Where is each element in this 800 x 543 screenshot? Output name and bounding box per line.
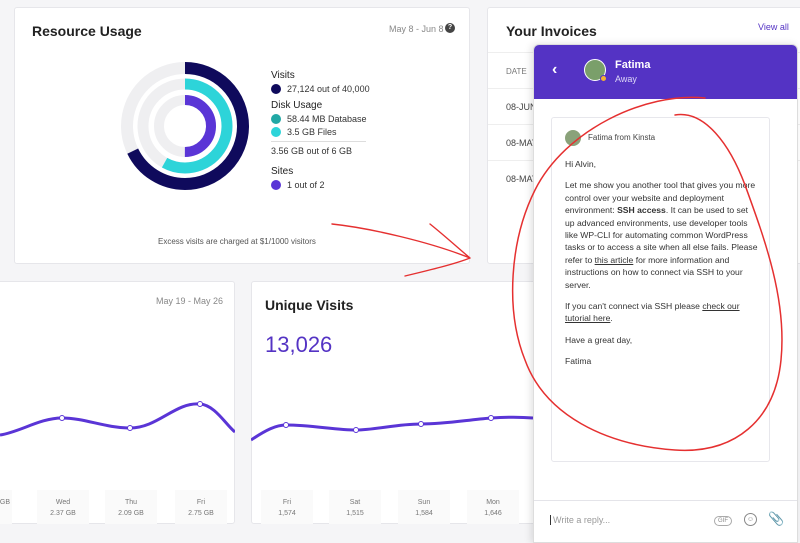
unique-axis-cell: Sat 1,515 [329, 490, 381, 524]
bandwidth-point [197, 401, 203, 407]
annotation-circle [511, 96, 783, 452]
bandwidth-axis-cell: GB [0, 490, 12, 524]
unique-axis-cell: Sun 1,584 [398, 490, 450, 524]
gif-button[interactable]: GIF [714, 516, 732, 526]
axis-day: Fri [196, 499, 206, 506]
axis-day: Fri [282, 499, 292, 506]
legend-divider [271, 141, 366, 142]
unique-visits-title: Unique Visits [265, 297, 354, 313]
resource-date-range: May 8 - Jun 8 [389, 24, 444, 34]
bandwidth-date-range: May 19 - May 26 [156, 296, 224, 306]
view-all-link[interactable]: View all [758, 22, 789, 32]
axis-day: Thu [124, 499, 138, 506]
axis-value: 2.37 GB [50, 510, 76, 517]
bandwidth-point [59, 415, 65, 421]
sites-swatch [271, 180, 281, 190]
visits-heading: Visits [271, 70, 295, 81]
visits-value: 27,124 out of 40,000 [287, 84, 370, 94]
disk-heading: Disk Usage [271, 100, 323, 111]
invoices-title: Your Invoices [506, 23, 597, 39]
annotation-arrow [331, 223, 471, 277]
axis-value: 1,646 [484, 510, 502, 517]
disk-database: 58.44 MB Database [287, 114, 367, 124]
disk-files: 3.5 GB Files [287, 127, 337, 137]
excess-visits-note: Excess visits are charged at $1/1000 vis… [158, 237, 316, 246]
bandwidth-axis-cell: Thu 2.09 GB [105, 490, 157, 524]
sites-value: 1 out of 2 [287, 180, 325, 190]
back-chevron-icon[interactable]: ‹ [552, 61, 557, 79]
away-status-dot [600, 75, 607, 82]
axis-value: 1,515 [346, 510, 364, 517]
date-column-header: DATE [506, 67, 527, 76]
axis-value: GB [0, 499, 10, 506]
agent-avatar [584, 59, 607, 82]
resource-donut-chart [121, 62, 249, 190]
sites-heading: Sites [271, 166, 294, 177]
attachment-icon[interactable]: 📎 [768, 511, 784, 527]
visits-swatch [271, 84, 281, 94]
resource-legend: Visits 27,124 out of 40,000 Disk Usage 5… [271, 70, 370, 193]
unique-visits-line-chart [251, 415, 533, 442]
unique-axis-cell: Fri 1,574 [261, 490, 313, 524]
unique-visits-point [418, 421, 424, 427]
axis-day: Sat [349, 499, 361, 506]
agent-status: Away [615, 74, 637, 84]
unique-axis-cell: Mon 1,646 [467, 490, 519, 524]
unique-visits-point [353, 427, 359, 433]
axis-value: 1,574 [278, 510, 296, 517]
bandwidth-axis-cell: Fri 2.75 GB [175, 490, 227, 524]
bandwidth-line [0, 402, 235, 437]
agent-name: Fatima [615, 59, 651, 71]
axis-day: Sun [417, 499, 431, 506]
axis-value: 2.09 GB [118, 510, 144, 517]
emoji-icon[interactable]: ☺ [744, 513, 757, 526]
database-swatch [271, 114, 281, 124]
resource-usage-title: Resource Usage [32, 23, 142, 39]
bandwidth-axis-cell: Wed 2.37 GB [37, 490, 89, 524]
axis-day: Wed [55, 499, 71, 506]
unique-visits-value: 13,026 [265, 332, 333, 357]
bandwidth-point [127, 425, 133, 431]
axis-value: 2.75 GB [188, 510, 214, 517]
files-swatch [271, 127, 281, 137]
reply-bar: Write a reply... GIF ☺ 📎 [534, 500, 797, 542]
disk-total: 3.56 GB out of 6 GB [271, 146, 353, 156]
unique-visits-point [488, 415, 494, 421]
unique-visits-point [283, 422, 289, 428]
bandwidth-line-chart [0, 401, 235, 437]
axis-day: Mon [486, 499, 500, 506]
help-icon[interactable]: ? [445, 23, 455, 33]
axis-value: 1,584 [415, 510, 433, 517]
reply-input[interactable]: Write a reply... [550, 515, 610, 525]
